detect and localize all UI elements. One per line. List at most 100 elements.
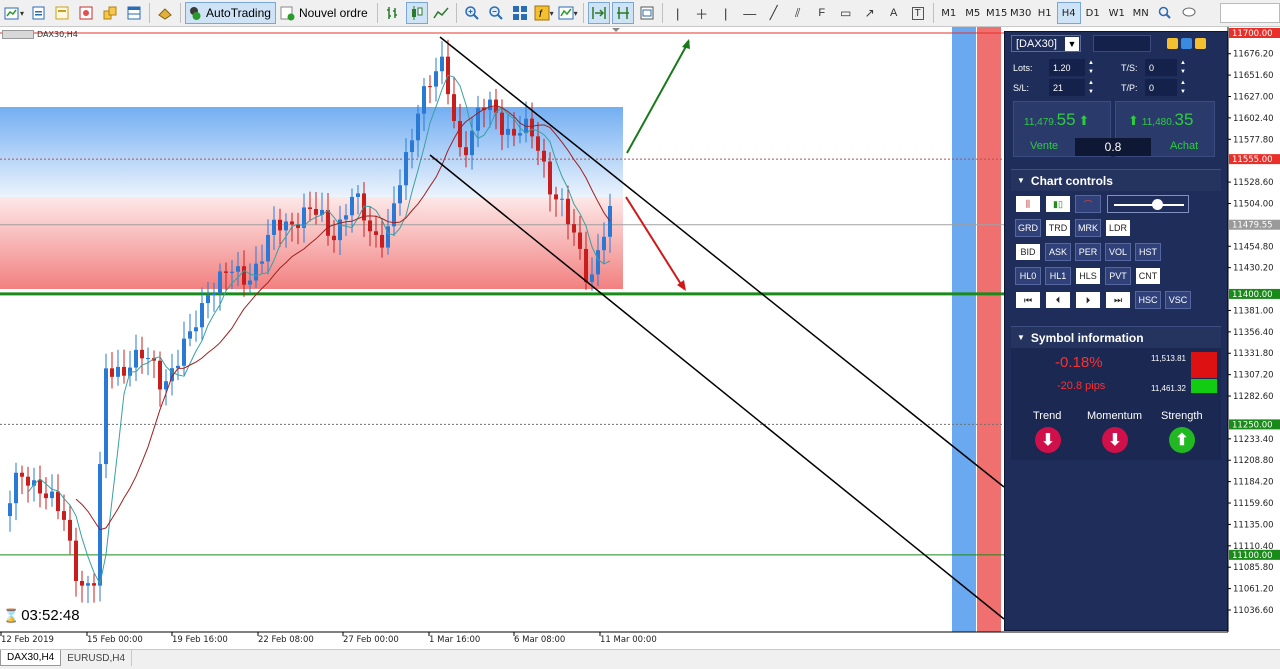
mrk-button[interactable]: MRK (1075, 219, 1101, 237)
price-tick-label: 11676.20 (1233, 50, 1274, 60)
candle-body (584, 248, 588, 282)
candlestick-button[interactable] (405, 2, 428, 24)
timeframe-m5[interactable]: M5 (961, 2, 985, 24)
hst-button[interactable]: HST (1135, 243, 1161, 261)
sl-input[interactable]: 21 (1049, 79, 1085, 96)
sl-spinner[interactable]: ▲ ▼ (1087, 79, 1095, 96)
symbol-dropdown-icon[interactable]: ▼ (1065, 36, 1079, 51)
hls-button[interactable]: HLS (1075, 267, 1101, 285)
per-button[interactable]: PER (1075, 243, 1101, 261)
tab-dax30-h4[interactable]: DAX30,H4 (0, 650, 62, 666)
ask-button[interactable]: ASK (1045, 243, 1071, 261)
symbol-extra-field[interactable] (1093, 35, 1151, 52)
autotrading-button[interactable]: AutoTrading (185, 2, 276, 24)
navigator-button[interactable] (99, 2, 121, 24)
crosshair-button[interactable]: ＋ (691, 2, 713, 24)
chart-title: DAX30,H4 (37, 30, 78, 39)
cursor-button[interactable]: | (667, 2, 689, 24)
zoom-in-button[interactable] (461, 2, 483, 24)
trd-button[interactable]: TRD (1045, 219, 1071, 237)
auto-scroll-button[interactable] (587, 2, 610, 24)
ldr-button[interactable]: LDR (1105, 219, 1131, 237)
fibonacci-button[interactable]: F (811, 2, 833, 24)
rectangle-button[interactable]: ▭ (835, 2, 857, 24)
chat-icon (1182, 7, 1196, 17)
pvt-button[interactable]: PVT (1105, 267, 1131, 285)
zoom-slider-handle[interactable] (1152, 199, 1163, 210)
horizontal-line-button[interactable]: — (739, 2, 761, 24)
timeframe-h4[interactable]: H4 (1056, 2, 1081, 24)
zoom-slider[interactable] (1107, 195, 1189, 213)
new-order-label: Nouvel ordre (298, 6, 368, 20)
hl0-button[interactable]: HL0 (1015, 267, 1041, 285)
hl1-button[interactable]: HL1 (1045, 267, 1071, 285)
cnt-button[interactable]: CNT (1135, 267, 1161, 285)
chart-controls-header[interactable]: ▼ Chart controls (1011, 169, 1221, 191)
text-button[interactable]: A (883, 2, 905, 24)
vsc-button[interactable]: VSC (1165, 291, 1191, 309)
line-chart-button[interactable] (430, 2, 452, 24)
lots-input[interactable]: 1.20 (1049, 59, 1085, 76)
grd-button[interactable]: GRD (1015, 219, 1041, 237)
prev-bar-button[interactable]: ⏴ (1045, 291, 1071, 309)
timeframe-m1[interactable]: M1 (937, 2, 961, 24)
timeframe-m30[interactable]: M30 (1009, 2, 1033, 24)
bid-button[interactable]: BID (1015, 243, 1041, 261)
ts-input[interactable]: 0 (1145, 59, 1177, 76)
terminal-button[interactable] (123, 2, 145, 24)
properties-button[interactable] (636, 2, 658, 24)
price-tick-label: 11454.80 (1233, 242, 1274, 252)
trendline-button[interactable]: ╱ (763, 2, 785, 24)
chat-button[interactable] (1178, 2, 1200, 24)
first-bar-button[interactable]: ⏮ (1015, 291, 1041, 309)
copy-icon[interactable] (1167, 38, 1178, 49)
skip-start-icon: ⏮ (1023, 294, 1033, 305)
vertical-line-icon: | (723, 5, 728, 21)
chart-shift-button[interactable] (611, 2, 634, 24)
vol-button[interactable]: VOL (1105, 243, 1131, 261)
text-label-button[interactable]: T (907, 2, 929, 24)
candle-body (314, 209, 318, 215)
timeframe-h1[interactable]: H1 (1033, 2, 1057, 24)
vsc-label: VSC (1168, 295, 1188, 305)
equidistant-channel-button[interactable]: ⫽ (787, 2, 809, 24)
search-input[interactable] (1220, 3, 1280, 23)
ts-spinner[interactable]: ▲ ▼ (1179, 59, 1187, 76)
candle-style-button[interactable]: ▮▯ (1045, 195, 1071, 213)
next-bar-button[interactable]: ⏵ (1075, 291, 1101, 309)
data-window-button[interactable] (75, 2, 97, 24)
new-chart-button[interactable]: ▾ (3, 2, 25, 24)
info-icon[interactable] (1195, 38, 1206, 49)
price-tick-label: 11381.00 (1233, 306, 1274, 316)
price-level-label: 11250.00 (1232, 420, 1273, 430)
lots-spinner[interactable]: ▲ ▼ (1087, 59, 1095, 76)
last-bar-button[interactable]: ⏭ (1105, 291, 1131, 309)
timeframe-w1[interactable]: W1 (1105, 2, 1129, 24)
market-watch-button[interactable] (51, 2, 73, 24)
horizontal-line-icon: — (743, 5, 757, 21)
tp-input[interactable]: 0 (1145, 79, 1177, 96)
line-style-button[interactable]: ⌒ (1075, 195, 1101, 213)
tile-windows-button[interactable] (509, 2, 531, 24)
bar-style-button[interactable]: ⫼ (1015, 195, 1041, 213)
search-button[interactable] (1154, 2, 1176, 24)
candle-body (536, 136, 540, 151)
zoom-out-button[interactable] (485, 2, 507, 24)
new-order-button[interactable]: Nouvel ordre (278, 2, 373, 24)
tab-eurusd-h4[interactable]: EURUSD,H4 (61, 650, 133, 666)
market-watch-icon (55, 6, 69, 20)
tp-spinner[interactable]: ▲ ▼ (1179, 79, 1187, 96)
vertical-line-button[interactable]: | (715, 2, 737, 24)
bar-chart-button[interactable] (382, 2, 404, 24)
arrow-button[interactable]: ↗ (859, 2, 881, 24)
strategy-tester-button[interactable] (154, 2, 176, 24)
timeframe-m15[interactable]: M15 (985, 2, 1009, 24)
timeframe-d1[interactable]: D1 (1081, 2, 1105, 24)
indicators-button[interactable]: f ▾ (533, 2, 555, 24)
hsc-button[interactable]: HSC (1135, 291, 1161, 309)
timeframe-mn[interactable]: MN (1129, 2, 1153, 24)
templates-button[interactable]: ▾ (557, 2, 579, 24)
symbol-info-header[interactable]: ▼ Symbol information (1011, 326, 1221, 348)
settings-icon[interactable] (1181, 38, 1192, 49)
profiles-button[interactable] (27, 2, 49, 24)
